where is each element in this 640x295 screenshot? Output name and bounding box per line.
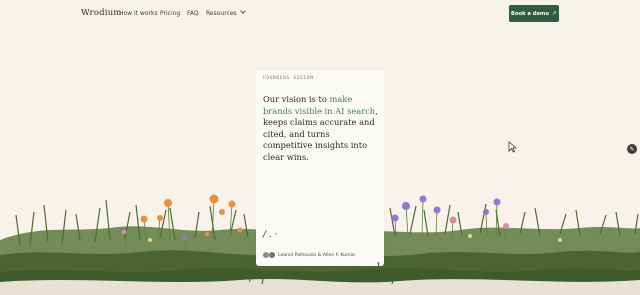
nav-link-how-it-works[interactable]: How it works bbox=[119, 10, 158, 17]
logo[interactable]: Wrodium bbox=[81, 8, 122, 18]
edit-icon[interactable]: ✎ bbox=[627, 144, 637, 154]
vision-quote: Our vision is to make brands visible in … bbox=[263, 94, 381, 164]
nav-link-resources[interactable]: Resources bbox=[206, 8, 246, 17]
arrow-up-right-icon: ↗ bbox=[551, 10, 557, 17]
avatar bbox=[269, 252, 275, 258]
nav-link-resources-label: Resources bbox=[206, 10, 237, 17]
mouse-cursor-icon bbox=[508, 141, 517, 153]
card-eyebrow: FOUNDERS VISION bbox=[263, 76, 314, 81]
authors-row: Leanid Palhouski & Allen F. Kumar bbox=[263, 252, 355, 258]
signature: / . · bbox=[263, 230, 278, 240]
book-demo-button[interactable]: Book a demo ↗ bbox=[509, 5, 559, 22]
book-demo-label: Book a demo bbox=[511, 10, 549, 17]
top-navigation: Wrodium How it works Pricing FAQ Resourc… bbox=[0, 0, 640, 28]
chevron-down-icon bbox=[239, 8, 246, 14]
nav-link-faq[interactable]: FAQ bbox=[187, 10, 199, 17]
quote-text-before: Our vision is to bbox=[263, 94, 330, 104]
authors-names: Leanid Palhouski & Allen F. Kumar bbox=[278, 252, 356, 258]
nav-link-pricing[interactable]: Pricing bbox=[160, 10, 180, 17]
founders-vision-card: FOUNDERS VISION Our vision is to make br… bbox=[256, 70, 384, 266]
